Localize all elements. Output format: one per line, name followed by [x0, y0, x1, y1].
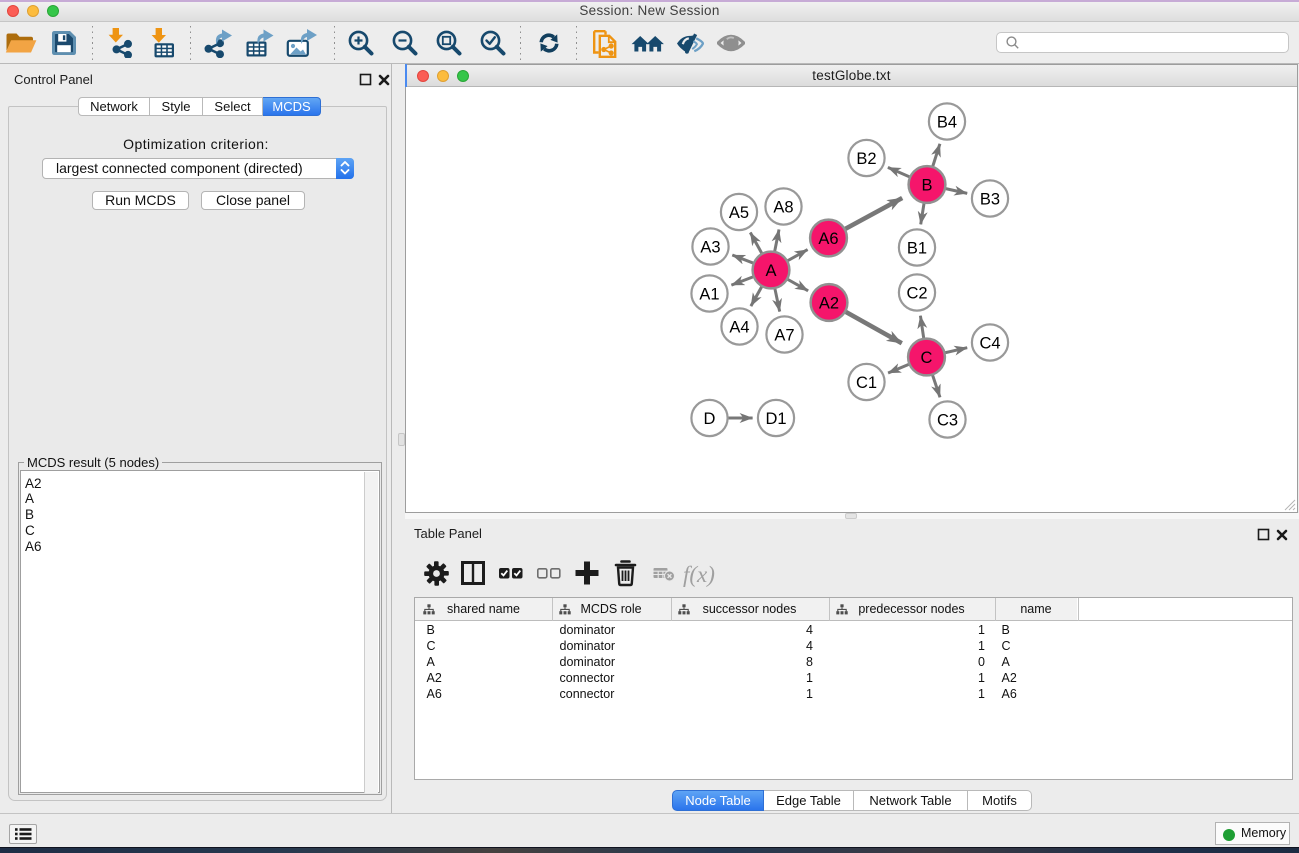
svg-text:A7: A7	[774, 326, 794, 344]
svg-text:A3: A3	[700, 238, 720, 256]
svg-text:C3: C3	[937, 411, 958, 429]
svg-text:A: A	[765, 262, 776, 280]
svg-text:A4: A4	[729, 318, 749, 336]
svg-text:B2: B2	[856, 150, 876, 168]
svg-text:B: B	[921, 176, 932, 194]
svg-text:D: D	[704, 410, 716, 428]
svg-text:C1: C1	[856, 374, 877, 392]
svg-text:B1: B1	[907, 239, 927, 257]
svg-text:A6: A6	[818, 230, 838, 248]
svg-text:B3: B3	[980, 190, 1000, 208]
svg-text:C: C	[921, 349, 933, 367]
svg-text:A1: A1	[699, 285, 719, 303]
svg-text:B4: B4	[937, 113, 957, 131]
svg-text:A8: A8	[773, 198, 793, 216]
svg-text:C2: C2	[906, 284, 927, 302]
svg-text:A2: A2	[819, 294, 839, 312]
svg-text:A5: A5	[729, 204, 749, 222]
svg-text:C4: C4	[979, 334, 1000, 352]
svg-text:D1: D1	[765, 410, 786, 428]
